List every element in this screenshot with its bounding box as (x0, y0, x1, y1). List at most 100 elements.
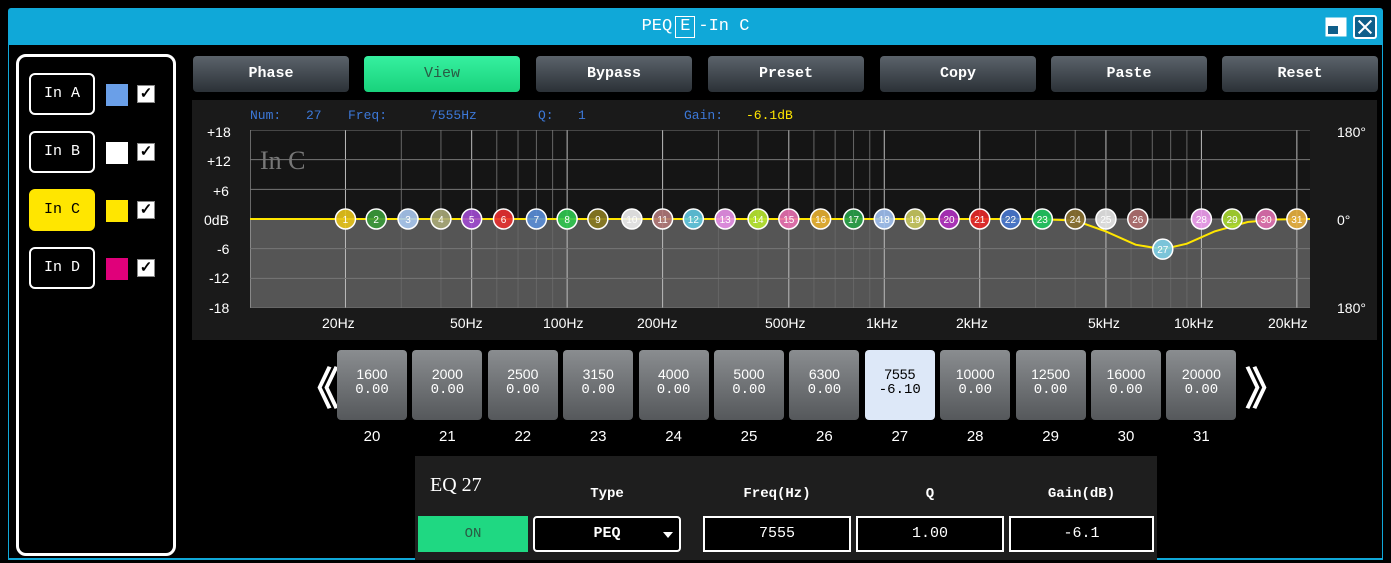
graph-watermark: In C (260, 146, 306, 175)
channel-visible-checkbox[interactable]: ✓ (137, 143, 155, 161)
band-gain: 0.00 (732, 382, 766, 398)
channel-row[interactable]: In D ✓ (29, 247, 167, 289)
channel-color-swatch[interactable] (106, 200, 128, 222)
channel-color-swatch[interactable] (106, 142, 128, 164)
x-tick-label: 1kHz (866, 315, 898, 331)
channel-visible-checkbox[interactable]: ✓ (137, 259, 155, 277)
band-frequency: 2500 (507, 366, 539, 382)
band-on-toggle[interactable]: ON (418, 516, 528, 552)
freq-header: Freq(Hz) (743, 486, 811, 502)
band-frequency: 10000 (955, 366, 995, 382)
y-tick-label: 0dB (204, 212, 229, 228)
band-number: 25 (740, 428, 758, 445)
next-bands-arrow[interactable]: 》 (1245, 368, 1289, 412)
x-tick-label: 5kHz (1088, 315, 1120, 331)
band-marker-label: 11 (657, 215, 668, 226)
phase-bottom-label: 180° (1337, 300, 1366, 316)
channel-select-button[interactable]: In D (29, 247, 95, 289)
band-marker-label: 22 (1005, 215, 1017, 226)
band-marker-label: 5 (469, 215, 475, 226)
plot-fill-below-zero (250, 219, 1310, 308)
q-header: Q (925, 486, 935, 502)
title-prefix: PEQ (641, 17, 673, 36)
eq-response-graph[interactable]: 1 2 3 4 5 6 7 8 9 10 11 12 13 14 15 16 17 18 19 20 21 22 23 24 2… (192, 100, 1377, 340)
band-number: 26 (816, 428, 833, 445)
eq-band-editor: EQ 27 Type Freq(Hz) Q Gain(dB) ON PEQ 75… (415, 456, 1157, 560)
band-marker-label: 14 (753, 215, 765, 226)
prev-bands-arrow[interactable]: 《 (295, 368, 339, 412)
band-button[interactable]: 1600 0.00 (337, 350, 407, 420)
band-marker-label: 18 (879, 215, 891, 226)
band-frequency: 3150 (582, 366, 614, 382)
band-gain: 0.00 (656, 382, 691, 398)
band-button[interactable]: 16000 0.00 (1091, 350, 1161, 420)
band-button[interactable]: 4000 0.00 (638, 350, 709, 420)
channel-color-swatch[interactable] (106, 84, 128, 106)
band-button[interactable]: 5000 0.00 (714, 350, 784, 420)
channel-visible-checkbox[interactable]: ✓ (137, 201, 155, 219)
x-tick-label: 20kHz (1268, 315, 1308, 331)
band-frequency: 2000 (431, 366, 463, 382)
band-marker-label: 30 (1261, 215, 1273, 226)
restore-window-icon[interactable] (1325, 17, 1347, 37)
band-marker-label: 7 (534, 215, 540, 226)
band-marker-label: 1 (343, 215, 349, 226)
band-button[interactable]: 20000 0.00 (1166, 350, 1237, 420)
readout-q-label: Q: (538, 108, 554, 123)
readout-num: 27 (306, 108, 322, 123)
q-input[interactable]: 1.00 (856, 516, 1004, 552)
channel-row[interactable]: In C ✓ (29, 189, 167, 231)
view-button[interactable]: View (364, 56, 520, 92)
band-gain: 0.00 (581, 382, 615, 398)
channel-row[interactable]: In B ✓ (29, 131, 167, 173)
preset-button[interactable]: Preset (708, 56, 864, 92)
band-marker-label: 29 (1227, 215, 1239, 226)
y-tick-label: -18 (209, 300, 230, 316)
band-number: 29 (1042, 428, 1059, 445)
band-button[interactable]: 10000 0.00 (940, 350, 1011, 420)
band-marker-label: 20 (943, 215, 955, 226)
copy-button[interactable]: Copy (880, 56, 1036, 92)
x-tick-label: 50Hz (450, 315, 483, 331)
band-number: 24 (665, 428, 682, 445)
band-button[interactable]: 3150 0.00 (563, 350, 634, 420)
band-gain: 0.00 (958, 382, 992, 398)
channel-visible-checkbox[interactable]: ✓ (137, 85, 155, 103)
band-marker-label: 24 (1070, 215, 1082, 226)
close-icon[interactable] (1353, 15, 1377, 39)
bypass-button[interactable]: Bypass (536, 56, 692, 92)
readout-q: 1 (578, 108, 586, 123)
band-gain: 0.00 (807, 382, 842, 398)
phase-button[interactable]: Phase (193, 56, 349, 92)
y-tick-label: +12 (207, 153, 231, 169)
reset-button[interactable]: Reset (1222, 56, 1378, 92)
band-button[interactable]: 7555 -6.10 (864, 350, 935, 420)
channel-select-button[interactable]: In B (29, 131, 95, 173)
band-frequency: 4000 (658, 366, 690, 382)
band-button[interactable]: 2000 0.00 (412, 350, 483, 420)
type-header: Type (590, 486, 624, 502)
freq-input[interactable]: 7555 (703, 516, 851, 552)
band-button[interactable]: 6300 0.00 (789, 350, 860, 420)
band-frequency: 16000 (1106, 366, 1146, 382)
channel-panel: In A ✓ In B ✓ In C ✓ In D ✓ (16, 54, 176, 556)
channel-select-button[interactable]: In A (29, 73, 95, 115)
x-tick-label: 10kHz (1174, 315, 1214, 331)
band-number: 20 (363, 428, 381, 445)
channel-row[interactable]: In A ✓ (29, 73, 167, 115)
band-button[interactable]: 12500 0.00 (1015, 350, 1086, 420)
gain-input[interactable]: -6.1 (1009, 516, 1154, 552)
type-select-value: PEQ (593, 525, 621, 542)
type-select[interactable]: PEQ (533, 516, 681, 552)
band-gain: 0.00 (355, 382, 389, 398)
channel-color-swatch[interactable] (106, 258, 128, 280)
band-button[interactable]: 2500 0.00 (487, 350, 558, 420)
y-tick-label: -6 (217, 241, 230, 257)
readout-freq: 7555Hz (430, 108, 477, 123)
paste-button[interactable]: Paste (1051, 56, 1207, 92)
channel-select-button[interactable]: In C (29, 189, 95, 231)
band-frequency: 12500 (1031, 366, 1071, 382)
y-tick-label: +18 (207, 124, 231, 140)
eq-plot[interactable]: 1 2 3 4 5 6 7 8 9 10 11 12 13 14 15 16 17 18 19 20 21 22 23 24 2… (250, 130, 1310, 308)
band-gain: -6.10 (878, 382, 921, 398)
